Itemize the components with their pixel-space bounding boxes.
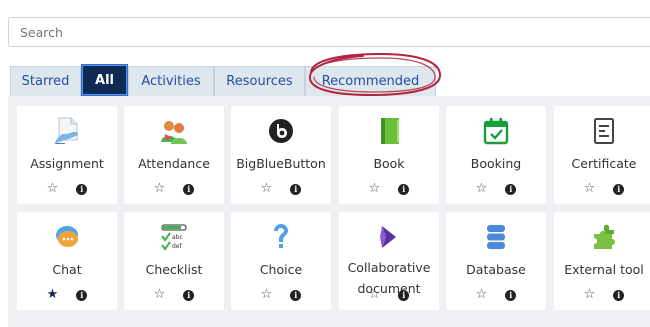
tab-resources[interactable]: Resources — [214, 66, 305, 96]
module-label: Assignment — [30, 156, 104, 171]
module-label: Certificate — [571, 156, 637, 171]
module-tile-attendance[interactable]: Attendance ☆ i — [124, 106, 224, 204]
tab-all[interactable]: All — [81, 64, 128, 96]
info-icon[interactable]: i — [505, 289, 517, 301]
tab-recommended[interactable]: Recommended — [305, 66, 436, 96]
book-icon — [339, 116, 439, 146]
info-icon[interactable]: i — [290, 183, 302, 195]
module-label: Book — [373, 156, 405, 171]
module-tile-collaborative-document[interactable]: Collaborative document ☆ i — [339, 212, 439, 310]
module-label: Choice — [259, 262, 303, 277]
star-icon[interactable]: ☆ — [261, 288, 273, 302]
module-label: Booking — [470, 156, 522, 171]
chat-icon — [17, 222, 117, 252]
choice-icon — [231, 222, 331, 252]
info-icon[interactable]: i — [76, 289, 88, 301]
tab-activities[interactable]: Activities — [128, 66, 214, 96]
info-icon[interactable]: i — [290, 289, 302, 301]
star-icon[interactable]: ☆ — [369, 182, 381, 196]
star-icon[interactable]: ☆ — [476, 288, 488, 302]
assignment-icon — [17, 116, 117, 146]
module-tile-assignment[interactable]: Assignment ☆ i — [17, 106, 117, 204]
info-icon[interactable]: i — [613, 183, 625, 195]
module-tile-certificate[interactable]: Certificate ☆ i — [554, 106, 650, 204]
module-tile-chat[interactable]: Chat ★ i — [17, 212, 117, 310]
search-box[interactable] — [8, 17, 650, 47]
star-icon[interactable]: ☆ — [369, 288, 381, 302]
checklist-icon: abc def — [124, 222, 224, 252]
module-label: Database — [466, 262, 526, 277]
info-icon[interactable]: i — [398, 289, 410, 301]
module-tile-book[interactable]: Book ☆ i — [339, 106, 439, 204]
star-icon[interactable]: ☆ — [584, 288, 596, 302]
bigbluebutton-icon — [231, 116, 331, 146]
svg-text:def: def — [172, 243, 183, 250]
module-label: Attendance — [138, 156, 210, 171]
category-tabs: Starred All Activities Resources Recomme… — [10, 61, 436, 96]
module-tile-external-tool[interactable]: External tool ☆ i — [554, 212, 650, 310]
star-icon[interactable]: ☆ — [47, 182, 59, 196]
collaborative-document-icon — [339, 222, 439, 252]
star-icon[interactable]: ☆ — [154, 288, 166, 302]
info-icon[interactable]: i — [398, 183, 410, 195]
puzzle-piece-icon — [554, 222, 650, 252]
module-label: BigBlueButton — [236, 156, 326, 171]
module-tile-database[interactable]: Database ☆ i — [446, 212, 546, 310]
database-icon — [446, 222, 546, 252]
module-label: Chat — [52, 262, 82, 277]
certificate-icon — [554, 116, 650, 146]
info-icon[interactable]: i — [613, 289, 625, 301]
module-label: Checklist — [145, 262, 203, 277]
svg-text:abc: abc — [172, 234, 183, 241]
tab-starred[interactable]: Starred — [10, 66, 81, 96]
star-filled-icon[interactable]: ★ — [47, 288, 59, 302]
star-icon[interactable]: ☆ — [154, 182, 166, 196]
info-icon[interactable]: i — [505, 183, 517, 195]
module-tile-choice[interactable]: Choice ☆ i — [231, 212, 331, 310]
star-icon[interactable]: ☆ — [261, 182, 273, 196]
info-icon[interactable]: i — [183, 289, 195, 301]
module-tile-checklist[interactable]: abc def Checklist ☆ i — [124, 212, 224, 310]
info-icon[interactable]: i — [183, 183, 195, 195]
search-input[interactable] — [20, 24, 650, 40]
booking-icon — [446, 116, 546, 146]
star-icon[interactable]: ☆ — [476, 182, 488, 196]
info-icon[interactable]: i — [76, 183, 88, 195]
activity-chooser: Starred All Activities Resources Recomme… — [0, 0, 650, 327]
module-tile-booking[interactable]: Booking ☆ i — [446, 106, 546, 204]
attendance-icon — [124, 116, 224, 146]
module-label: External tool — [564, 262, 644, 277]
star-icon[interactable]: ☆ — [584, 182, 596, 196]
module-tile-bigbluebutton[interactable]: BigBlueButton ☆ i — [231, 106, 331, 204]
